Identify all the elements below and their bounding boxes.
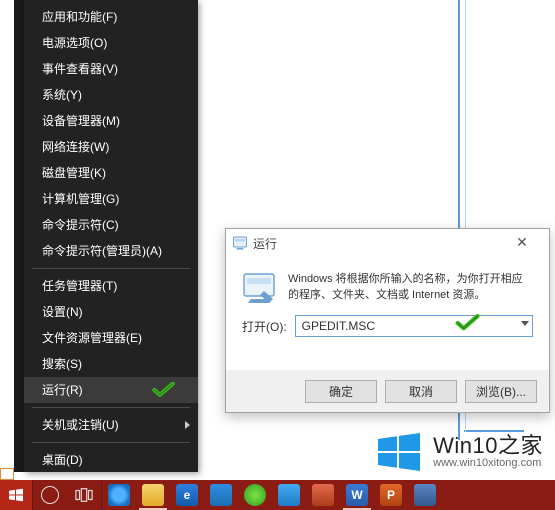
cortana-icon (41, 486, 59, 504)
menu-label: 桌面(D) (42, 453, 83, 467)
checkmark-icon (152, 381, 176, 407)
menu-label: 设置(N) (42, 305, 83, 319)
menu-label: 应用和功能(F) (42, 10, 117, 24)
open-combobox[interactable] (295, 315, 533, 337)
edge-icon: e (176, 484, 198, 506)
menu-item-event-viewer[interactable]: 事件查看器(V) (24, 56, 198, 82)
orange-marker (0, 468, 14, 480)
menu-separator (32, 268, 190, 269)
cancel-button[interactable]: 取消 (385, 380, 457, 403)
menu-label: 电源选项(O) (42, 36, 107, 50)
menu-item-power-options[interactable]: 电源选项(O) (24, 30, 198, 56)
menu-label: 运行(R) (42, 383, 83, 397)
windows-logo-icon (8, 487, 24, 503)
taskbar-app-edge[interactable]: e (170, 480, 204, 510)
open-input[interactable] (295, 315, 533, 337)
menu-label: 关机或注销(U) (42, 418, 119, 432)
menu-item-shutdown-signout[interactable]: 关机或注销(U) (24, 412, 198, 438)
menu-item-settings[interactable]: 设置(N) (24, 299, 198, 325)
taskbar-app-6[interactable] (272, 480, 306, 510)
taskbar-app-7[interactable] (306, 480, 340, 510)
menu-item-disk-management[interactable]: 磁盘管理(K) (24, 160, 198, 186)
app-icon (312, 484, 334, 506)
menu-left-gutter (14, 0, 24, 472)
taskbar: e W P (0, 480, 555, 510)
task-view-icon (75, 486, 93, 504)
menu-item-device-manager[interactable]: 设备管理器(M) (24, 108, 198, 134)
menu-label: 文件资源管理器(E) (42, 331, 142, 345)
taskbar-app-file-explorer[interactable] (136, 480, 170, 510)
menu-item-network-connections[interactable]: 网络连接(W) (24, 134, 198, 160)
menu-separator (32, 442, 190, 443)
run-big-icon (242, 271, 276, 305)
run-description: Windows 将根据你所输入的名称，为你打开相应的程序、文件夹、文档或 Int… (288, 271, 533, 305)
checkmark-icon (455, 313, 481, 338)
taskbar-app-ppt[interactable]: P (374, 480, 408, 510)
menu-label: 搜索(S) (42, 357, 82, 371)
ok-button[interactable]: 确定 (305, 380, 377, 403)
word-icon: W (346, 484, 368, 506)
watermark: Win10之家 www.win10xitong.com (375, 428, 543, 476)
taskbar-app-word[interactable]: W (340, 480, 374, 510)
ppt-icon: P (380, 484, 402, 506)
run-titlebar[interactable]: 运行 ✕ (226, 229, 549, 257)
taskbar-app-ie[interactable] (102, 480, 136, 510)
chevron-down-icon[interactable] (521, 321, 529, 326)
chevron-right-icon (185, 421, 190, 429)
run-buttonbar: 确定 取消 浏览(B)... (226, 370, 549, 412)
cortana-button[interactable] (33, 480, 67, 510)
menu-item-task-manager[interactable]: 任务管理器(T) (24, 273, 198, 299)
watermark-url: www.win10xitong.com (433, 457, 543, 469)
close-button[interactable]: ✕ (501, 229, 543, 257)
menu-item-command-prompt-admin[interactable]: 命令提示符(管理员)(A) (24, 238, 198, 264)
task-view-button[interactable] (67, 480, 101, 510)
menu-item-system[interactable]: 系统(Y) (24, 82, 198, 108)
menu-label: 任务管理器(T) (42, 279, 117, 293)
run-dialog: 运行 ✕ Windows 将根据你所输入的名称，为你打开相应的程序、文件夹、文档… (225, 228, 550, 413)
open-label: 打开(O): (242, 318, 287, 335)
menu-label: 系统(Y) (42, 88, 82, 102)
menu-item-desktop[interactable]: 桌面(D) (24, 447, 198, 473)
menu-label: 磁盘管理(K) (42, 166, 106, 180)
menu-label: 事件查看器(V) (42, 62, 118, 76)
store-icon (210, 484, 232, 506)
browse-button[interactable]: 浏览(B)... (465, 380, 537, 403)
app-icon (414, 484, 436, 506)
run-title: 运行 (253, 235, 277, 252)
app-icon (244, 484, 266, 506)
watermark-title: Win10之家 (433, 435, 543, 457)
menu-label: 网络连接(W) (42, 140, 109, 154)
start-button[interactable] (0, 480, 32, 510)
menu-label: 计算机管理(G) (42, 192, 119, 206)
windows-logo-icon (375, 428, 423, 476)
menu-item-command-prompt[interactable]: 命令提示符(C) (24, 212, 198, 238)
run-icon (232, 235, 248, 251)
menu-item-apps-features[interactable]: 应用和功能(F) (24, 4, 198, 30)
app-icon (278, 484, 300, 506)
close-icon: ✕ (516, 234, 528, 250)
menu-item-run[interactable]: 运行(R) (24, 377, 198, 403)
menu-label: 命令提示符(C) (42, 218, 119, 232)
taskbar-app-store[interactable] (204, 480, 238, 510)
taskbar-app-10[interactable] (408, 480, 442, 510)
folder-icon (142, 484, 164, 506)
taskbar-app-5[interactable] (238, 480, 272, 510)
menu-label: 命令提示符(管理员)(A) (42, 244, 162, 258)
menu-separator (32, 407, 190, 408)
menu-item-file-explorer[interactable]: 文件资源管理器(E) (24, 325, 198, 351)
ie-icon (108, 484, 130, 506)
winx-menu: 应用和功能(F) 电源选项(O) 事件查看器(V) 系统(Y) 设备管理器(M)… (24, 0, 198, 472)
menu-label: 设备管理器(M) (42, 114, 120, 128)
menu-item-computer-management[interactable]: 计算机管理(G) (24, 186, 198, 212)
menu-item-search[interactable]: 搜索(S) (24, 351, 198, 377)
